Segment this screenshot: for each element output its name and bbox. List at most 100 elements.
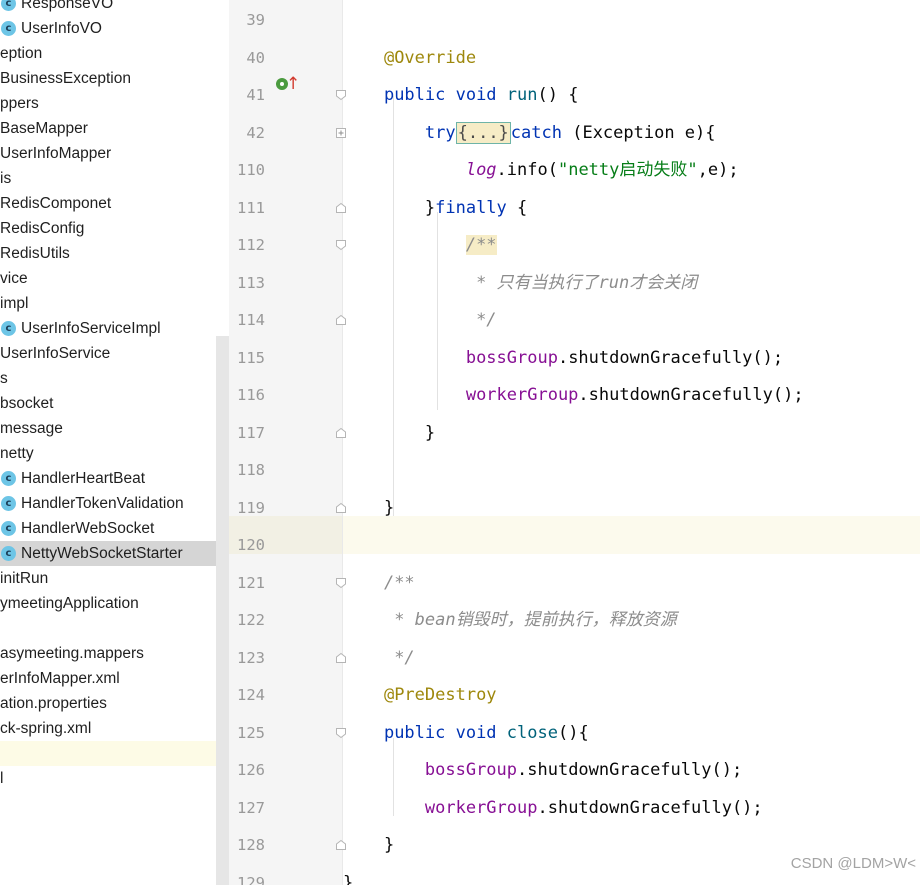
- tree-item[interactable]: c HandlerWebSocket: [0, 516, 216, 541]
- tree-item-label: HandlerWebSocket: [21, 520, 155, 537]
- tree-item-label: ResponseVO: [21, 0, 114, 12]
- line-number: 123: [237, 648, 265, 667]
- tree-item[interactable]: UserInfoMapper: [0, 141, 216, 166]
- project-tree-panel: c ResponseVO c UserInfoVO eption BusinessExce…: [0, 0, 229, 885]
- fold-end-icon[interactable]: [335, 202, 347, 214]
- line-number: 112: [237, 236, 265, 254]
- tree-item-label: netty: [0, 445, 34, 462]
- line-number: 121: [237, 573, 265, 592]
- fold-end-icon[interactable]: [335, 652, 347, 664]
- code-line[interactable]: /**: [343, 572, 415, 594]
- tree-item[interactable]: c ResponseVO: [0, 0, 216, 16]
- tree-item[interactable]: erInfoMapper.xml: [0, 666, 216, 691]
- tree-item-label: eption: [0, 45, 43, 62]
- code-line[interactable]: }: [343, 872, 353, 885]
- tree-item-label: NettyWebSocketStarter: [21, 545, 183, 562]
- tree-item[interactable]: c HandlerTokenValidation: [0, 491, 216, 516]
- code-line[interactable]: workerGroup.shutdownGracefully();: [343, 797, 763, 819]
- tree-item-label: message: [0, 420, 63, 437]
- tree-item[interactable]: ation.properties: [0, 691, 216, 716]
- code-line[interactable]: bossGroup.shutdownGracefully();: [343, 347, 783, 369]
- csdn-watermark: CSDN @LDM>W<: [790, 855, 916, 872]
- code-line[interactable]: @Override: [343, 47, 476, 69]
- tree-item[interactable]: eption: [0, 41, 216, 66]
- tree-item[interactable]: l: [0, 766, 216, 791]
- fold-end-icon[interactable]: [335, 839, 347, 851]
- fold-end-icon[interactable]: [335, 427, 347, 439]
- code-editor[interactable]: 39 40 @Override 41 public void run() {42 t…: [229, 0, 920, 885]
- go-to-super-method-icon[interactable]: ↑: [286, 74, 300, 94]
- line-number: 126: [237, 761, 265, 779]
- project-tree-scrollbar[interactable]: [216, 336, 229, 885]
- line-number: 117: [237, 423, 265, 442]
- fold-expand-icon[interactable]: [335, 127, 347, 139]
- tree-item[interactable]: RedisConfig: [0, 216, 216, 241]
- line-number: 114: [237, 311, 265, 329]
- tree-item[interactable]: netty: [0, 441, 216, 466]
- code-line[interactable]: */: [343, 647, 414, 669]
- code-line[interactable]: */: [343, 309, 496, 331]
- java-class-icon: c: [1, 496, 16, 511]
- tree-item[interactable]: ck-spring.xml: [0, 716, 216, 741]
- code-line[interactable]: @PreDestroy: [343, 684, 497, 706]
- line-number: 125: [237, 723, 265, 742]
- fold-collapse-icon[interactable]: [335, 577, 347, 589]
- tree-item[interactable]: BaseMapper: [0, 116, 216, 141]
- code-line[interactable]: bossGroup.shutdownGracefully();: [343, 759, 742, 781]
- code-line[interactable]: }finally {: [343, 197, 527, 219]
- line-number: 42: [246, 123, 265, 142]
- tree-item[interactable]: initRun: [0, 566, 216, 591]
- fold-end-icon[interactable]: [335, 502, 347, 514]
- code-line[interactable]: }: [343, 834, 394, 856]
- code-line[interactable]: public void run() {: [343, 84, 579, 106]
- tree-item[interactable]: asymeeting.mappers: [0, 641, 216, 666]
- tree-item-label: l: [0, 770, 4, 787]
- fold-collapse-icon[interactable]: [335, 727, 347, 739]
- tree-item[interactable]: RedisComponet: [0, 191, 216, 216]
- tree-item-label: BaseMapper: [0, 120, 88, 137]
- code-line[interactable]: * 只有当执行了run才会关闭: [343, 272, 697, 294]
- tree-item-label: UserInfoVO: [21, 20, 102, 37]
- tree-item-label: UserInfoServiceImpl: [21, 320, 161, 337]
- tree-item[interactable]: vice: [0, 266, 216, 291]
- tree-item-label: UserInfoService: [0, 345, 111, 362]
- tree-item[interactable]: impl: [0, 291, 216, 316]
- tree-item[interactable]: ymeetingApplication: [0, 591, 216, 616]
- tree-item[interactable]: [0, 616, 216, 641]
- line-number: 39: [246, 11, 265, 29]
- code-line[interactable]: * bean销毁时，提前执行，释放资源: [343, 609, 676, 631]
- tree-item[interactable]: bsocket: [0, 391, 216, 416]
- tree-item-label: ation.properties: [0, 695, 107, 712]
- tree-item[interactable]: c NettyWebSocketStarter: [0, 541, 229, 566]
- tree-item[interactable]: c UserInfoVO: [0, 16, 216, 41]
- tree-item-label: initRun: [0, 570, 49, 587]
- tree-item[interactable]: message: [0, 416, 216, 441]
- tree-item-label: UserInfoMapper: [0, 145, 112, 162]
- tree-item[interactable]: s: [0, 366, 216, 391]
- tree-item[interactable]: c UserInfoServiceImpl: [0, 316, 216, 341]
- tree-item-label: ymeetingApplication: [0, 595, 139, 612]
- tree-item[interactable]: c HandlerHeartBeat: [0, 466, 216, 491]
- code-line[interactable]: log.info("netty启动失败",e);: [343, 159, 739, 181]
- java-class-icon: c: [1, 471, 16, 486]
- tree-item[interactable]: UserInfoService: [0, 341, 216, 366]
- code-line[interactable]: }: [343, 422, 435, 444]
- tree-item-label: s: [0, 370, 8, 387]
- code-line[interactable]: }: [343, 497, 394, 519]
- tree-item[interactable]: [0, 741, 229, 766]
- tree-item[interactable]: ppers: [0, 91, 216, 116]
- tree-item[interactable]: RedisUtils: [0, 241, 216, 266]
- fold-collapse-icon[interactable]: [335, 89, 347, 101]
- line-number: 118: [237, 461, 265, 479]
- tree-item[interactable]: is: [0, 166, 216, 191]
- code-line[interactable]: public void close(){: [343, 722, 589, 744]
- tree-item-label: HandlerHeartBeat: [21, 470, 146, 487]
- fold-end-icon[interactable]: [335, 314, 347, 326]
- code-line[interactable]: try {...} catch (Exception e){: [343, 121, 716, 144]
- java-class-icon: c: [1, 0, 16, 11]
- java-class-icon: c: [1, 521, 16, 536]
- fold-collapse-icon[interactable]: [335, 239, 347, 251]
- code-line[interactable]: /**: [343, 234, 497, 256]
- code-line[interactable]: workerGroup.shutdownGracefully();: [343, 384, 804, 406]
- tree-item[interactable]: BusinessException: [0, 66, 216, 91]
